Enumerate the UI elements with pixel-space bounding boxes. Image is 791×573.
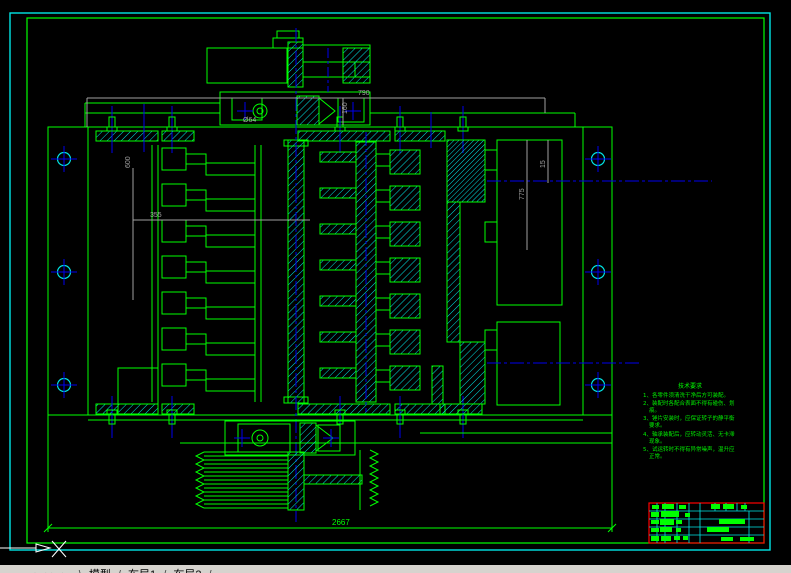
rotor-assembly bbox=[319, 132, 421, 412]
note-item: 4、轴承装配后，应转动灵活、无卡滞现象。 bbox=[643, 431, 735, 445]
hammer-assembly bbox=[151, 145, 262, 402]
breaker-plate bbox=[431, 139, 498, 405]
tab-layout2[interactable]: 布局2 bbox=[173, 569, 201, 573]
dim-top-width: 790 bbox=[358, 90, 370, 97]
notes-title: 技术要求 bbox=[677, 383, 702, 390]
dim-shaft-dia: Ø64 bbox=[243, 117, 256, 124]
note-item: 1、各零件须清洗干净后方可装配。 bbox=[643, 392, 730, 399]
note-item: 5、试运转时不得有异常噪声，温升应正常。 bbox=[643, 446, 735, 460]
dim-chamber-height: 775 bbox=[519, 188, 526, 200]
dim-chamber-top: 15 bbox=[540, 160, 547, 168]
tab-layout1[interactable]: 布局1 bbox=[128, 569, 156, 573]
note-item: 2、装配时各配合表面不得有碰伤、划痕。 bbox=[643, 400, 735, 415]
ucs-icon bbox=[0, 543, 52, 553]
cad-viewport[interactable]: 2667 790 Ø64 160 600 355 775 15 技术要求 1、各… bbox=[0, 0, 791, 573]
dim-left-height: 600 bbox=[125, 156, 132, 168]
dim-bearing-height: 160 bbox=[342, 102, 349, 114]
note-item: 3、锤片安装时，应保证转子的静平衡要求。 bbox=[643, 416, 735, 430]
machine-drawing: 2667 bbox=[43, 28, 712, 533]
dim-hammer-span: 355 bbox=[150, 212, 162, 219]
vbelt-pulley bbox=[194, 449, 380, 511]
lower-bearing-assembly bbox=[88, 419, 612, 456]
drawing-canvas[interactable]: 2667 790 Ø64 160 600 355 775 15 bbox=[0, 0, 791, 565]
technical-notes: 技术要求 1、各零件须清洗干净后方可装配。 2、装配时各配合表面不得有碰伤、划痕… bbox=[643, 383, 737, 462]
dim-overall-width-text: 2667 bbox=[332, 518, 350, 527]
title-block-text-marks bbox=[651, 504, 754, 541]
layout-tab-bar: ◄◄►► \ 模型 / 布局1 / 布局2 / bbox=[0, 565, 791, 573]
upper-bearing-assembly bbox=[84, 48, 371, 127]
tab-model[interactable]: 模型 bbox=[89, 569, 111, 573]
title-block bbox=[648, 502, 765, 544]
